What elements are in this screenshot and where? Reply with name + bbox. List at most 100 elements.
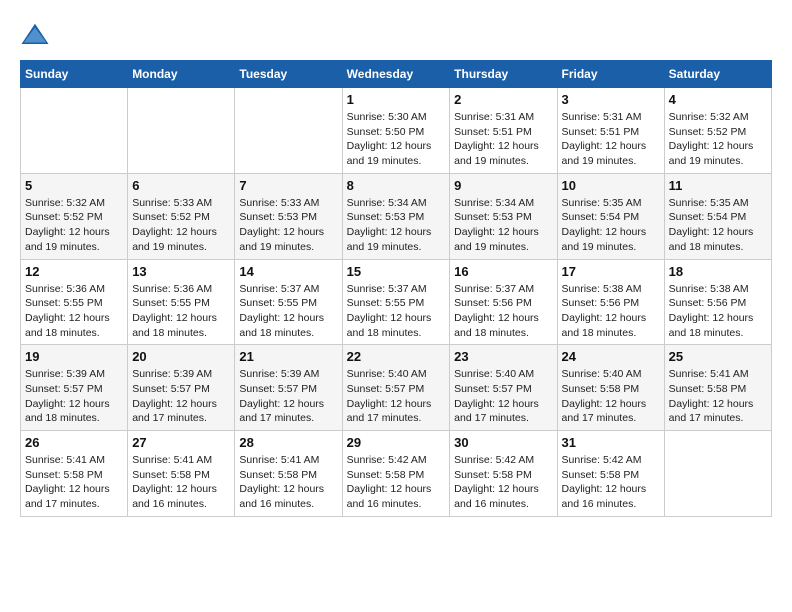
day-number: 30 xyxy=(454,435,552,450)
day-info: Sunrise: 5:41 AM Sunset: 5:58 PM Dayligh… xyxy=(669,367,767,426)
calendar-cell: 30 Sunrise: 5:42 AM Sunset: 5:58 PM Dayli… xyxy=(450,431,557,517)
day-info: Sunrise: 5:35 AM Sunset: 5:54 PM Dayligh… xyxy=(669,196,767,255)
day-number: 14 xyxy=(239,264,337,279)
day-info: Sunrise: 5:41 AM Sunset: 5:58 PM Dayligh… xyxy=(132,453,230,512)
day-of-week-header: Saturday xyxy=(664,61,771,88)
calendar-cell: 25 Sunrise: 5:41 AM Sunset: 5:58 PM Dayli… xyxy=(664,345,771,431)
day-number: 29 xyxy=(347,435,446,450)
day-number: 1 xyxy=(347,92,446,107)
logo-icon xyxy=(20,20,50,50)
day-info: Sunrise: 5:37 AM Sunset: 5:56 PM Dayligh… xyxy=(454,282,552,341)
day-number: 7 xyxy=(239,178,337,193)
calendar-cell: 12 Sunrise: 5:36 AM Sunset: 5:55 PM Dayli… xyxy=(21,259,128,345)
calendar-cell: 9 Sunrise: 5:34 AM Sunset: 5:53 PM Daylig… xyxy=(450,173,557,259)
day-of-week-header: Wednesday xyxy=(342,61,450,88)
calendar-cell: 21 Sunrise: 5:39 AM Sunset: 5:57 PM Dayli… xyxy=(235,345,342,431)
day-number: 3 xyxy=(562,92,660,107)
calendar-cell: 16 Sunrise: 5:37 AM Sunset: 5:56 PM Dayli… xyxy=(450,259,557,345)
day-number: 10 xyxy=(562,178,660,193)
day-number: 16 xyxy=(454,264,552,279)
day-number: 9 xyxy=(454,178,552,193)
calendar-week-row: 26 Sunrise: 5:41 AM Sunset: 5:58 PM Dayli… xyxy=(21,431,772,517)
day-info: Sunrise: 5:36 AM Sunset: 5:55 PM Dayligh… xyxy=(132,282,230,341)
calendar-cell: 20 Sunrise: 5:39 AM Sunset: 5:57 PM Dayli… xyxy=(128,345,235,431)
calendar-table: SundayMondayTuesdayWednesdayThursdayFrid… xyxy=(20,60,772,517)
day-number: 5 xyxy=(25,178,123,193)
day-number: 24 xyxy=(562,349,660,364)
day-number: 13 xyxy=(132,264,230,279)
logo xyxy=(20,20,54,50)
day-info: Sunrise: 5:33 AM Sunset: 5:53 PM Dayligh… xyxy=(239,196,337,255)
day-info: Sunrise: 5:39 AM Sunset: 5:57 PM Dayligh… xyxy=(132,367,230,426)
day-info: Sunrise: 5:42 AM Sunset: 5:58 PM Dayligh… xyxy=(454,453,552,512)
calendar-cell: 26Sunrise: 5:41 AM Sunset: 5:58 PM Dayli… xyxy=(21,431,128,517)
day-number: 11 xyxy=(669,178,767,193)
day-number: 25 xyxy=(669,349,767,364)
calendar-cell xyxy=(128,88,235,174)
calendar-cell: 31 Sunrise: 5:42 AM Sunset: 5:58 PM Dayli… xyxy=(557,431,664,517)
day-number: 18 xyxy=(669,264,767,279)
calendar-cell: 1 Sunrise: 5:30 AM Sunset: 5:50 PM Daylig… xyxy=(342,88,450,174)
day-info: Sunrise: 5:37 AM Sunset: 5:55 PM Dayligh… xyxy=(239,282,337,341)
day-info: Sunrise: 5:34 AM Sunset: 5:53 PM Dayligh… xyxy=(347,196,446,255)
calendar-cell: 8 Sunrise: 5:34 AM Sunset: 5:53 PM Daylig… xyxy=(342,173,450,259)
calendar-cell: 11 Sunrise: 5:35 AM Sunset: 5:54 PM Dayli… xyxy=(664,173,771,259)
calendar-cell: 23Sunrise: 5:40 AM Sunset: 5:57 PM Dayli… xyxy=(450,345,557,431)
calendar-cell: 15Sunrise: 5:37 AM Sunset: 5:55 PM Dayli… xyxy=(342,259,450,345)
day-of-week-header: Tuesday xyxy=(235,61,342,88)
day-info: Sunrise: 5:32 AM Sunset: 5:52 PM Dayligh… xyxy=(669,110,767,169)
day-number: 21 xyxy=(239,349,337,364)
day-info: Sunrise: 5:30 AM Sunset: 5:50 PM Dayligh… xyxy=(347,110,446,169)
calendar-cell: 17Sunrise: 5:38 AM Sunset: 5:56 PM Dayli… xyxy=(557,259,664,345)
day-of-week-header: Thursday xyxy=(450,61,557,88)
calendar-cell: 27 Sunrise: 5:41 AM Sunset: 5:58 PM Dayli… xyxy=(128,431,235,517)
calendar-cell: 14 Sunrise: 5:37 AM Sunset: 5:55 PM Dayli… xyxy=(235,259,342,345)
day-number: 8 xyxy=(347,178,446,193)
day-info: Sunrise: 5:41 AM Sunset: 5:58 PM Dayligh… xyxy=(239,453,337,512)
day-number: 23 xyxy=(454,349,552,364)
day-info: Sunrise: 5:38 AM Sunset: 5:56 PM Dayligh… xyxy=(562,282,660,341)
day-number: 28 xyxy=(239,435,337,450)
day-of-week-header: Friday xyxy=(557,61,664,88)
calendar-week-row: 19 Sunrise: 5:39 AM Sunset: 5:57 PM Dayli… xyxy=(21,345,772,431)
day-info: Sunrise: 5:34 AM Sunset: 5:53 PM Dayligh… xyxy=(454,196,552,255)
day-info: Sunrise: 5:39 AM Sunset: 5:57 PM Dayligh… xyxy=(239,367,337,426)
calendar-cell: 3 Sunrise: 5:31 AM Sunset: 5:51 PM Daylig… xyxy=(557,88,664,174)
day-of-week-header: Sunday xyxy=(21,61,128,88)
day-number: 20 xyxy=(132,349,230,364)
calendar-cell: 10 Sunrise: 5:35 AM Sunset: 5:54 PM Dayli… xyxy=(557,173,664,259)
calendar-cell xyxy=(664,431,771,517)
day-info: Sunrise: 5:31 AM Sunset: 5:51 PM Dayligh… xyxy=(562,110,660,169)
day-number: 4 xyxy=(669,92,767,107)
day-info: Sunrise: 5:40 AM Sunset: 5:57 PM Dayligh… xyxy=(347,367,446,426)
day-info: Sunrise: 5:31 AM Sunset: 5:51 PM Dayligh… xyxy=(454,110,552,169)
day-number: 26 xyxy=(25,435,123,450)
day-info: Sunrise: 5:40 AM Sunset: 5:58 PM Dayligh… xyxy=(562,367,660,426)
day-info: Sunrise: 5:42 AM Sunset: 5:58 PM Dayligh… xyxy=(347,453,446,512)
day-info: Sunrise: 5:42 AM Sunset: 5:58 PM Dayligh… xyxy=(562,453,660,512)
calendar-cell: 24 Sunrise: 5:40 AM Sunset: 5:58 PM Dayli… xyxy=(557,345,664,431)
calendar-cell: 2Sunrise: 5:31 AM Sunset: 5:51 PM Daylig… xyxy=(450,88,557,174)
day-info: Sunrise: 5:39 AM Sunset: 5:57 PM Dayligh… xyxy=(25,367,123,426)
calendar-cell xyxy=(21,88,128,174)
day-number: 6 xyxy=(132,178,230,193)
day-info: Sunrise: 5:35 AM Sunset: 5:54 PM Dayligh… xyxy=(562,196,660,255)
day-number: 19 xyxy=(25,349,123,364)
day-number: 31 xyxy=(562,435,660,450)
calendar-cell: 28 Sunrise: 5:41 AM Sunset: 5:58 PM Dayli… xyxy=(235,431,342,517)
calendar-cell: 6 Sunrise: 5:33 AM Sunset: 5:52 PM Daylig… xyxy=(128,173,235,259)
calendar-week-row: 12 Sunrise: 5:36 AM Sunset: 5:55 PM Dayli… xyxy=(21,259,772,345)
calendar-cell xyxy=(235,88,342,174)
calendar-cell: 13 Sunrise: 5:36 AM Sunset: 5:55 PM Dayli… xyxy=(128,259,235,345)
day-info: Sunrise: 5:33 AM Sunset: 5:52 PM Dayligh… xyxy=(132,196,230,255)
calendar-header-row: SundayMondayTuesdayWednesdayThursdayFrid… xyxy=(21,61,772,88)
calendar-cell: 22Sunrise: 5:40 AM Sunset: 5:57 PM Dayli… xyxy=(342,345,450,431)
page-header xyxy=(20,20,772,50)
calendar-cell: 7 Sunrise: 5:33 AM Sunset: 5:53 PM Daylig… xyxy=(235,173,342,259)
day-number: 12 xyxy=(25,264,123,279)
day-info: Sunrise: 5:36 AM Sunset: 5:55 PM Dayligh… xyxy=(25,282,123,341)
day-number: 15 xyxy=(347,264,446,279)
day-number: 27 xyxy=(132,435,230,450)
day-info: Sunrise: 5:38 AM Sunset: 5:56 PM Dayligh… xyxy=(669,282,767,341)
day-info: Sunrise: 5:32 AM Sunset: 5:52 PM Dayligh… xyxy=(25,196,123,255)
